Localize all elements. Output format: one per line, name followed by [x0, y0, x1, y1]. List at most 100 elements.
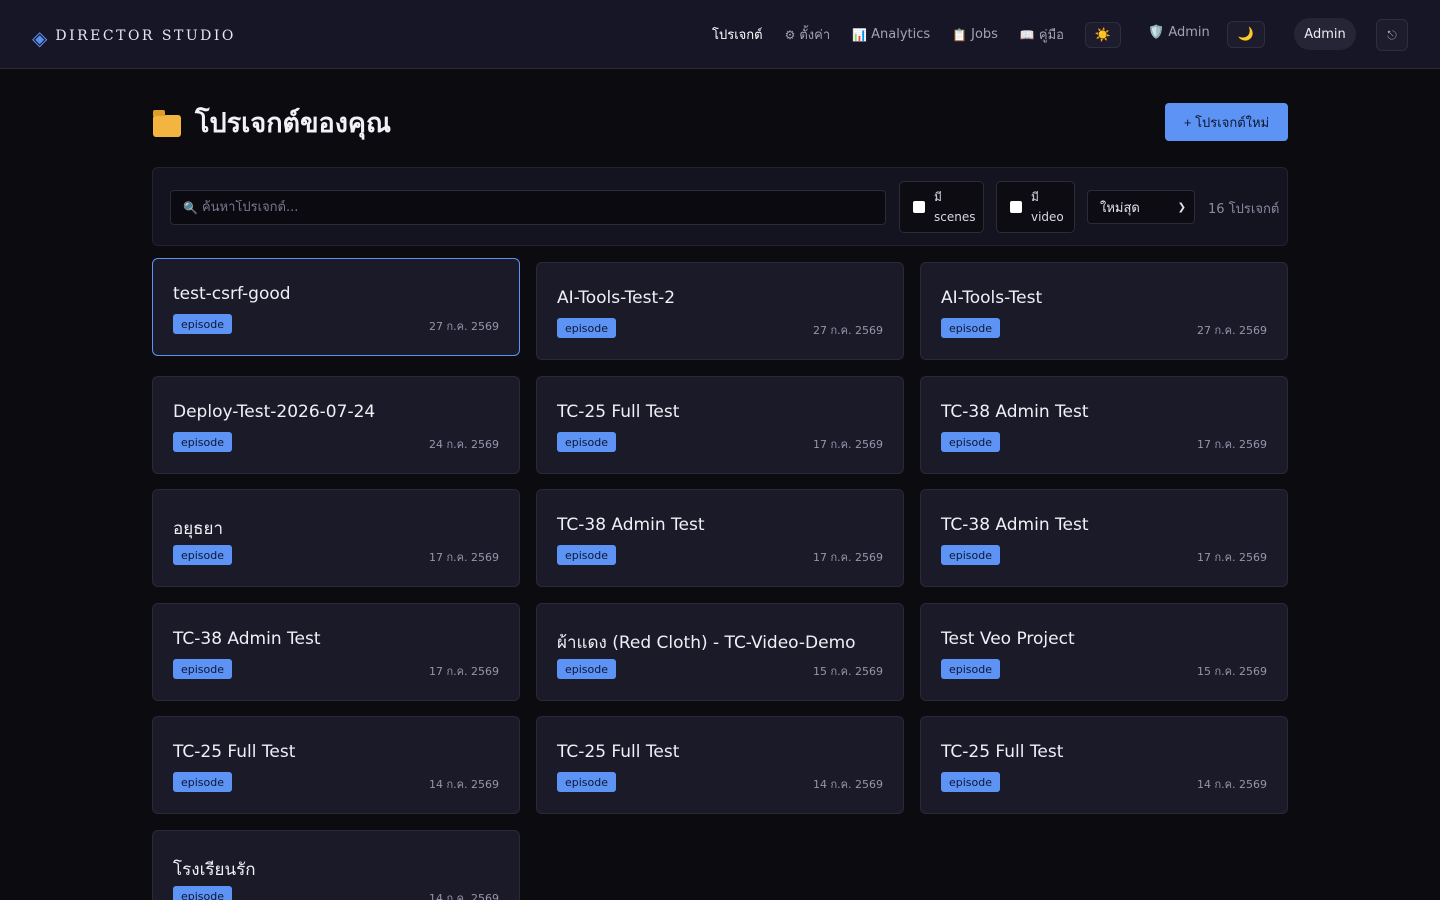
- nav-analytics-label: Analytics: [871, 27, 931, 42]
- project-card[interactable]: โรงเรียนรัก episode 14 ก.ค. 2569: [152, 830, 520, 900]
- project-card[interactable]: TC-25 Full Test episode 14 ก.ค. 2569: [920, 716, 1288, 814]
- project-card[interactable]: ผ้าแดง (Red Cloth) - TC-Video-Demo episod…: [536, 603, 904, 701]
- project-type-badge: episode: [173, 432, 233, 452]
- chevron-down-icon: ❯: [1177, 201, 1186, 213]
- project-type-badge: episode: [557, 772, 617, 792]
- project-name: Test Veo Project: [941, 629, 1075, 649]
- book-icon: 📖: [1019, 27, 1035, 42]
- has-video-filter[interactable]: มี video: [996, 181, 1075, 233]
- nav-jobs-label: Jobs: [971, 27, 998, 42]
- project-name: TC-25 Full Test: [173, 742, 296, 762]
- project-card[interactable]: TC-38 Admin Test episode 17 ก.ค. 2569: [920, 489, 1288, 587]
- project-card[interactable]: AI-Tools-Test episode 27 ก.ค. 2569: [920, 262, 1288, 360]
- project-name: TC-25 Full Test: [941, 742, 1064, 762]
- logout-button[interactable]: ⎋: [1376, 19, 1408, 51]
- project-name: โรงเรียนรัก: [173, 860, 256, 880]
- chart-icon: 📊: [852, 27, 868, 42]
- project-type-badge: episode: [557, 432, 617, 452]
- project-card[interactable]: test-csrf-good episode 27 ก.ค. 2569: [152, 258, 520, 356]
- page-title-text: โปรเจกต์ของคุณ: [195, 108, 392, 139]
- nav-settings[interactable]: ⚙ ตั้งค่า: [785, 24, 831, 45]
- search-input[interactable]: [201, 200, 842, 215]
- project-name: TC-38 Admin Test: [941, 515, 1089, 535]
- filter-bar: 🔍 มีscenes มีvideo ใหม่สุด ❯ 16 โปรเจกต์: [152, 167, 1288, 246]
- nav-admin-label: Admin: [1168, 25, 1210, 40]
- project-date: 17 ก.ค. 2569: [429, 551, 499, 564]
- project-name: ผ้าแดง (Red Cloth) - TC-Video-Demo: [557, 633, 856, 653]
- sun-icon: ☀️: [1094, 27, 1112, 43]
- project-type-badge: episode: [941, 318, 1001, 338]
- top-navbar: ◈ DIRECTOR STUDIO โปรเจกต์ ⚙ ตั้งค่า 📊 A…: [0, 0, 1440, 69]
- project-card[interactable]: TC-25 Full Test episode 17 ก.ค. 2569: [536, 376, 904, 474]
- main-nav: โปรเจกต์ ⚙ ตั้งค่า 📊 Analytics 📋 Jobs 📖 …: [712, 0, 1086, 69]
- diamond-icon: ◈: [32, 26, 48, 50]
- nav-projects-label: โปรเจกต์: [712, 28, 763, 43]
- project-date: 15 ก.ค. 2569: [1197, 665, 1267, 678]
- project-date: 15 ก.ค. 2569: [813, 665, 883, 678]
- project-type-badge: episode: [557, 545, 617, 565]
- project-type-badge: episode: [557, 318, 617, 338]
- project-card[interactable]: Test Veo Project episode 15 ก.ค. 2569: [920, 603, 1288, 701]
- new-project-button[interactable]: + โปรเจกต์ใหม่: [1165, 103, 1288, 141]
- sort-selected-value: ใหม่สุด: [1100, 200, 1140, 216]
- project-card[interactable]: TC-38 Admin Test episode 17 ก.ค. 2569: [920, 376, 1288, 474]
- project-date: 14 ก.ค. 2569: [429, 892, 499, 900]
- project-card[interactable]: TC-38 Admin Test episode 17 ก.ค. 2569: [536, 489, 904, 587]
- project-date: 14 ก.ค. 2569: [429, 778, 499, 791]
- project-date: 17 ก.ค. 2569: [429, 665, 499, 678]
- project-name: Deploy-Test-2026-07-24: [173, 402, 376, 422]
- shield-icon: 🛡️: [1148, 25, 1165, 40]
- project-card[interactable]: TC-38 Admin Test episode 17 ก.ค. 2569: [152, 603, 520, 701]
- project-card[interactable]: AI-Tools-Test-2 episode 27 ก.ค. 2569: [536, 262, 904, 360]
- project-date: 17 ก.ค. 2569: [813, 551, 883, 564]
- nav-projects[interactable]: โปรเจกต์: [712, 24, 763, 45]
- project-name: อยุธยา: [173, 519, 224, 539]
- project-type-badge: episode: [173, 772, 233, 792]
- nav-settings-label: ตั้งค่า: [799, 28, 831, 43]
- moon-icon: 🌙: [1237, 27, 1255, 42]
- clipboard-icon: 📋: [952, 27, 968, 42]
- sort-select[interactable]: ใหม่สุด ❯: [1087, 190, 1195, 224]
- project-type-badge: episode: [173, 314, 233, 334]
- has-scenes-checkbox[interactable]: [913, 201, 925, 213]
- project-name: test-csrf-good: [173, 284, 291, 304]
- project-type-badge: episode: [941, 545, 1001, 565]
- search-field[interactable]: 🔍: [170, 190, 886, 225]
- nav-admin[interactable]: 🛡️ Admin: [1148, 25, 1210, 40]
- project-date: 14 ก.ค. 2569: [813, 778, 883, 791]
- project-count: 16 โปรเจกต์: [1208, 202, 1280, 217]
- folder-icon: [153, 109, 181, 137]
- nav-jobs[interactable]: 📋 Jobs: [952, 27, 998, 42]
- nav-manual[interactable]: 📖 คู่มือ: [1020, 24, 1064, 45]
- project-name: TC-25 Full Test: [557, 402, 680, 422]
- project-date: 27 ก.ค. 2569: [429, 320, 499, 333]
- project-type-badge: episode: [941, 772, 1001, 792]
- has-video-checkbox[interactable]: [1010, 201, 1022, 213]
- project-name: TC-38 Admin Test: [557, 515, 705, 535]
- project-name: TC-38 Admin Test: [173, 629, 321, 649]
- project-name: AI-Tools-Test-2: [557, 288, 676, 308]
- project-date: 27 ก.ค. 2569: [1197, 324, 1267, 337]
- project-card[interactable]: TC-25 Full Test episode 14 ก.ค. 2569: [152, 716, 520, 814]
- project-card[interactable]: อยุธยา episode 17 ก.ค. 2569: [152, 489, 520, 587]
- dark-theme-button[interactable]: 🌙: [1227, 21, 1265, 48]
- project-date: 27 ก.ค. 2569: [813, 324, 883, 337]
- has-scenes-filter[interactable]: มี scenes: [899, 181, 984, 233]
- project-card[interactable]: Deploy-Test-2026-07-24 episode 24 ก.ค. 256…: [152, 376, 520, 474]
- project-date: 17 ก.ค. 2569: [1197, 551, 1267, 564]
- gear-icon: ⚙: [784, 27, 796, 42]
- brand-name: DIRECTOR STUDIO: [55, 28, 236, 44]
- project-date: 14 ก.ค. 2569: [1197, 778, 1267, 791]
- project-card[interactable]: TC-25 Full Test episode 14 ก.ค. 2569: [536, 716, 904, 814]
- nav-analytics[interactable]: 📊 Analytics: [852, 27, 930, 42]
- light-theme-button[interactable]: ☀️: [1085, 22, 1121, 48]
- user-menu-button[interactable]: Admin: [1294, 18, 1356, 50]
- page-title: โปรเจกต์ของคุณ: [153, 101, 391, 144]
- project-date: 17 ก.ค. 2569: [813, 438, 883, 451]
- project-type-badge: episode: [941, 659, 1001, 679]
- project-name: AI-Tools-Test: [941, 288, 1043, 308]
- project-name: TC-38 Admin Test: [941, 402, 1089, 422]
- project-type-badge: episode: [173, 545, 233, 565]
- brand-logo[interactable]: ◈ DIRECTOR STUDIO: [32, 24, 236, 48]
- project-type-badge: episode: [557, 659, 617, 679]
